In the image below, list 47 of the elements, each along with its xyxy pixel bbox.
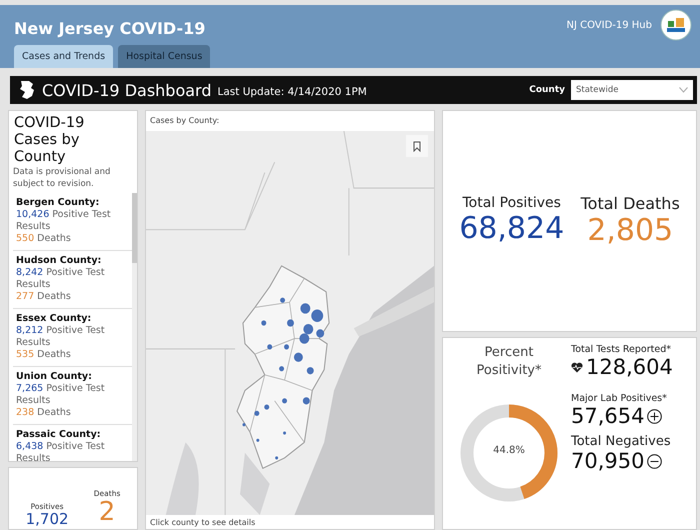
lab-positives-value: 57,654 — [571, 404, 644, 428]
tests-label: Total Tests Reported* — [571, 344, 672, 355]
deaths-value: 2 — [98, 498, 116, 527]
scrollbar[interactable] — [132, 193, 137, 461]
county-name: Hudson County: — [16, 255, 102, 267]
map-hint: Click county to see details — [149, 517, 256, 529]
bookmark-icon — [413, 140, 421, 152]
county-select[interactable]: Statewide — [571, 80, 693, 100]
positive-results: 8,242 Positive Test Results — [16, 267, 106, 291]
panel-note: Data is provisional and subject to revision. — [13, 166, 112, 190]
total-positives-label: Total Positives — [462, 195, 561, 211]
heartbeat-icon — [571, 362, 583, 373]
positive-results: 6,438 Positive Test Results — [16, 441, 106, 461]
minus-circle-icon — [647, 454, 662, 469]
tests-value: 128,604 — [586, 355, 673, 380]
county-name: Bergen County: — [16, 197, 100, 209]
positivity-value: 44.8% — [492, 445, 526, 456]
county-name: Union County: — [16, 371, 93, 383]
last-update: Last Update: 4/14/2020 1PM — [218, 86, 367, 98]
positivity-label: Percent Positivity* — [475, 344, 543, 380]
logo-icon — [660, 9, 692, 41]
total-deaths-label: Total Deaths — [580, 194, 680, 212]
county-label: County — [529, 85, 565, 95]
death-count: 238 Deaths — [16, 407, 72, 419]
total-deaths-value: 2,805 — [587, 212, 674, 248]
county-name: Passaic County: — [16, 429, 102, 441]
positive-results: 7,265 Positive Test Results — [16, 383, 106, 407]
caret-icon — [679, 87, 688, 93]
death-count: 535 Deaths — [16, 349, 72, 361]
total-positives-value: 68,824 — [459, 211, 564, 247]
plus-circle-icon — [647, 408, 662, 424]
state-outline-icon — [18, 80, 36, 100]
lab-positives-label: Major Lab Positives* — [571, 393, 668, 404]
app-title: New Jersey COVID-19 — [14, 18, 206, 38]
county-name: Essex County: — [16, 313, 92, 325]
death-count: 550 Deaths — [16, 233, 72, 245]
positive-results: 8,212 Positive Test Results — [16, 325, 106, 349]
positive-results: 10,426 Positive Test Results — [16, 209, 112, 233]
negatives-value: 70,950 — [571, 449, 644, 474]
negatives-label: Total Negatives — [571, 434, 672, 450]
dashboard-title: COVID-19 Dashboard — [42, 80, 212, 100]
panel-title: COVID-19 Cases by County — [13, 115, 86, 166]
death-count: 277 Deaths — [16, 291, 72, 303]
tab[interactable]: Cases and Trends — [14, 45, 114, 68]
positives-value: 1,702 — [26, 510, 69, 527]
bookmark-button[interactable] — [406, 135, 428, 157]
map-title: Cases by County: — [149, 115, 220, 127]
